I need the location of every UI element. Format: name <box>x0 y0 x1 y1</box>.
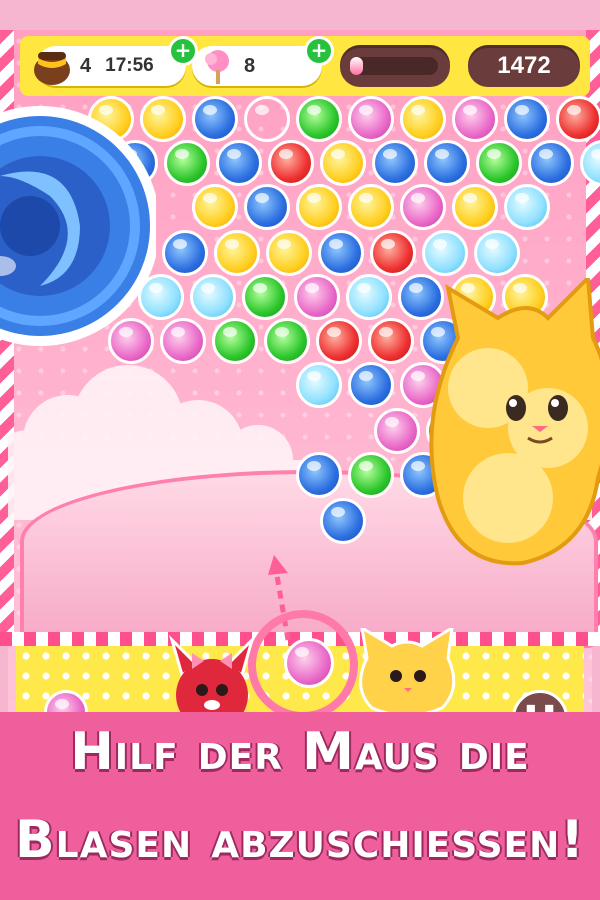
bubble <box>452 96 498 142</box>
bubble <box>556 96 600 142</box>
bubble <box>452 184 498 230</box>
progress-pill <box>340 45 450 87</box>
bubble <box>320 140 366 186</box>
bubble <box>266 230 312 276</box>
lives-timer-pill: 4 17:56 + <box>34 36 198 86</box>
bubble <box>476 140 522 186</box>
bubble <box>504 96 550 142</box>
bubble <box>212 318 258 364</box>
bubble <box>244 96 290 142</box>
bubble <box>400 184 446 230</box>
bubble <box>528 140 574 186</box>
bubble <box>318 230 364 276</box>
bubble <box>216 140 262 186</box>
hud-bar: 4 17:56 + 8 + 1472 <box>20 36 590 96</box>
bubble <box>346 274 392 320</box>
bubble <box>348 362 394 408</box>
caption-line-1: Hilf der Maus die <box>70 722 530 782</box>
bubble <box>372 140 418 186</box>
bubble <box>504 184 550 230</box>
bubble <box>164 140 210 186</box>
cotton-candy-cat-large <box>429 278 600 566</box>
progress-fill <box>350 57 364 75</box>
bubble <box>400 96 446 142</box>
bubble <box>374 408 420 454</box>
bubble <box>368 318 414 364</box>
refill-timer: 17:56 <box>105 55 154 76</box>
bubble <box>192 96 238 142</box>
bubble <box>296 452 342 498</box>
lives-count: 4 <box>80 54 92 77</box>
bubble <box>296 184 342 230</box>
add-candy-button[interactable]: + <box>304 36 334 66</box>
bubble <box>320 498 366 544</box>
bubble <box>294 274 340 320</box>
bubble <box>296 96 342 142</box>
bubble <box>264 318 310 364</box>
bubble <box>244 184 290 230</box>
bubble <box>162 230 208 276</box>
bubble <box>348 96 394 142</box>
bubble <box>296 362 342 408</box>
bubble <box>424 140 470 186</box>
bubble <box>316 318 362 364</box>
bubble <box>192 184 238 230</box>
candy-count: 8 <box>244 54 256 77</box>
bubble <box>348 184 394 230</box>
score-value: 1472 <box>497 52 551 79</box>
bubble <box>160 318 206 364</box>
honey-pot-icon <box>34 52 70 85</box>
bubble <box>422 230 468 276</box>
cotton-candy-icon <box>205 50 229 84</box>
bubble <box>268 140 314 186</box>
current-bubble[interactable] <box>284 638 334 688</box>
game-screen: 4 17:56 + 8 + 1472 Hilf der Maus die Bla… <box>0 0 600 900</box>
cat-character-small <box>359 628 456 717</box>
bubble <box>190 274 236 320</box>
progress-track <box>350 57 438 75</box>
big-blue-bubble-zoom <box>0 106 156 346</box>
score-pill: 1472 <box>468 45 580 87</box>
bubble <box>348 452 394 498</box>
bubble <box>214 230 260 276</box>
caption-line-2: Blasen abzuschiessen! <box>15 810 585 870</box>
candy-pill: 8 + <box>192 36 334 86</box>
promo-banner: Hilf der Maus die Blasen abzuschiessen! <box>0 712 600 900</box>
bubble <box>242 274 288 320</box>
bubble <box>370 230 416 276</box>
bubble <box>474 230 520 276</box>
